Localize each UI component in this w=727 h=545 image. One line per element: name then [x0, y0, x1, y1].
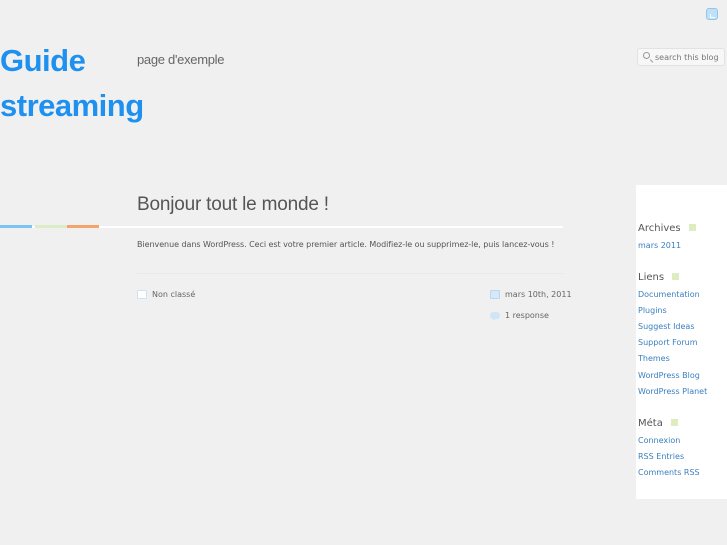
sidebar: Archives mars 2011 Liens Documentation P…	[636, 185, 727, 499]
link-rss-entries[interactable]: RSS Entries	[638, 451, 684, 463]
link-wordpress-planet[interactable]: WordPress Planet	[638, 386, 707, 398]
rss-feed-icon[interactable]	[706, 8, 718, 20]
color-bar-orange	[67, 225, 99, 228]
site-tagline: page d'exemple	[137, 52, 225, 67]
comment-icon	[490, 312, 500, 321]
square-icon	[672, 273, 680, 280]
widget-title-meta: Méta	[638, 417, 678, 431]
site-title-line1[interactable]: Guide	[0, 38, 160, 83]
link-support-forum[interactable]: Support Forum	[638, 337, 698, 349]
square-icon	[688, 224, 696, 231]
post-body: Bienvenue dans WordPress. Ceci est votre…	[137, 240, 555, 249]
search-icon	[643, 52, 650, 59]
archive-link[interactable]: mars 2011	[638, 240, 681, 252]
post-separator	[137, 273, 563, 274]
calendar-icon	[490, 290, 500, 299]
search-box[interactable]	[637, 48, 725, 66]
widget-title-archives: Archives	[638, 222, 696, 236]
post-date-label: mars 10th, 2011	[505, 290, 572, 299]
site-title[interactable]: Guide streaming	[0, 38, 160, 128]
site-title-line2[interactable]: streaming	[0, 83, 160, 128]
square-icon	[670, 419, 678, 426]
category-icon	[137, 290, 147, 299]
widget-title-liens: Liens	[638, 271, 680, 285]
color-bar-green	[35, 225, 67, 228]
post-title[interactable]: Bonjour tout le monde !	[137, 194, 329, 216]
link-themes[interactable]: Themes	[638, 353, 670, 365]
link-documentation[interactable]: Documentation	[638, 289, 700, 301]
link-suggest-ideas[interactable]: Suggest Ideas	[638, 321, 695, 333]
post-category-label[interactable]: Non classé	[152, 289, 195, 301]
link-connexion[interactable]: Connexion	[638, 435, 680, 447]
color-bar-blue	[0, 225, 32, 228]
link-wordpress-blog[interactable]: WordPress Blog	[638, 370, 700, 382]
search-input[interactable]	[655, 49, 723, 65]
post-comments-label[interactable]: 1 response	[505, 310, 549, 322]
link-plugins[interactable]: Plugins	[638, 305, 667, 317]
link-comments-rss[interactable]: Comments RSS	[638, 467, 700, 479]
